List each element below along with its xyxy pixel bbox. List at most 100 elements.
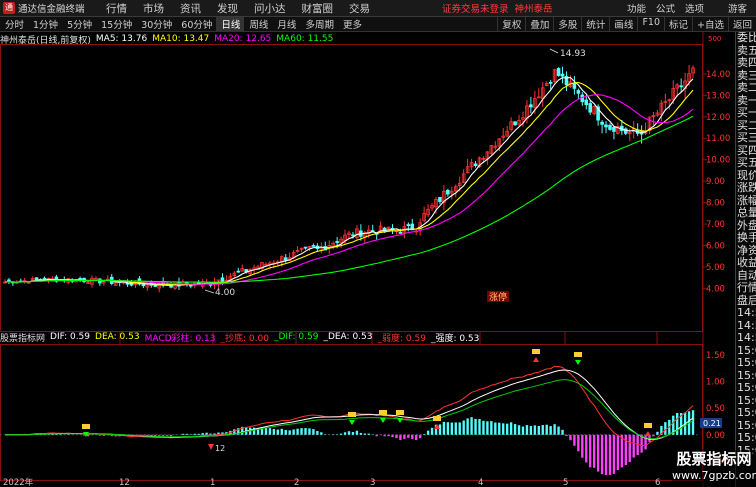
signal-tag-icon [532, 349, 540, 354]
tool-zixuan-button[interactable]: +自选 [692, 17, 728, 31]
price-axis-label: 5.00 [706, 263, 725, 273]
signal-arrow-icon [533, 357, 539, 362]
menu-item-gongshi[interactable]: 公式 [651, 1, 680, 15]
dea-value: DEA: 0.53 [95, 332, 140, 342]
candle-body [572, 83, 577, 89]
period-monthly[interactable]: 月线 [272, 17, 300, 31]
period-weekly[interactable]: 周线 [244, 17, 272, 31]
price-high-pointer [549, 48, 559, 54]
price-axis-label: 14.00 [706, 70, 730, 80]
period-fenshi[interactable]: 分时 [0, 17, 28, 31]
price-axis-label: 10.00 [706, 156, 730, 166]
menu-item-wenxiaoda[interactable]: 问小达 [246, 1, 294, 16]
right-menu: 功能 公式 选项 游客 [622, 1, 752, 15]
candle-body [189, 284, 193, 287]
signal-tag-icon [82, 424, 90, 429]
signal-tag-icon [396, 410, 404, 415]
candle-body [446, 189, 450, 195]
menu-item-jiaoyi[interactable]: 交易 [341, 1, 378, 16]
side-panel-item: 涨跌 [737, 181, 756, 194]
candle-body [473, 163, 478, 167]
signal-tag-icon [379, 410, 387, 415]
dea2-value: _DEA: 0.53 [323, 332, 373, 342]
period-daily[interactable]: 日线 [216, 17, 245, 31]
kline-chart[interactable]: 14.934.00 涨停500120.21 14.0013.0012.0011.0… [0, 32, 735, 487]
time-axis-label: 5 [563, 478, 568, 487]
qiangdu-value: _强度: 0.53 [430, 333, 480, 344]
side-panel-item: 委比 [737, 32, 756, 44]
tool-biaoji-button[interactable]: 标记 [664, 17, 692, 31]
period-more[interactable]: 更多 [338, 17, 366, 31]
side-panel-item: 买三 [737, 131, 756, 144]
side-panel-item: 卖二 [737, 81, 756, 94]
watermark-url: www.7gpzb.com [672, 469, 756, 482]
dif-value: DIF: 0.59 [50, 332, 91, 342]
candle-body [560, 73, 565, 77]
tool-duogu-button[interactable]: 多股 [553, 17, 581, 31]
signal-tag-icon [574, 352, 582, 357]
chart-tools: 复权 叠加 多股 统计 画线 F10 标记 +自选 返回 [497, 17, 756, 31]
tool-tongji-button[interactable]: 统计 [581, 17, 609, 31]
title-bar: 通 通达信金融终端 行情 市场 资讯 发现 问小达 财富圈 交易 证券交易未登录… [0, 0, 756, 17]
top-scale-label: 500 [708, 35, 721, 43]
price-low-pointer [204, 289, 215, 294]
watermark-title: 股票指标网 [676, 450, 752, 468]
time-axis-label: 2022年 [3, 477, 34, 487]
price-axis-label: 12.00 [706, 113, 730, 123]
period-multi[interactable]: 多周期 [300, 17, 338, 31]
period-15min[interactable]: 15分钟 [96, 17, 136, 31]
trade-login-notice[interactable]: 证券交易未登录 [442, 1, 509, 15]
tool-fanhui-button[interactable]: 返回 [727, 17, 756, 31]
menu-item-shichang[interactable]: 市场 [135, 1, 172, 16]
ruodu-value: _弱度: 0.59 [377, 333, 426, 344]
app-title: 通达信金融终端 [18, 4, 85, 15]
candle-body [398, 231, 403, 234]
period-5min[interactable]: 5分钟 [62, 17, 96, 31]
ma5-value: MA5: 13.76 [95, 34, 148, 44]
price-panel-frame [0, 44, 703, 332]
dif2-value: _DIF: 0.59 [273, 332, 319, 342]
candle-body [600, 121, 604, 125]
period-60min[interactable]: 60分钟 [176, 17, 216, 31]
tool-f10-button[interactable]: F10 [637, 17, 664, 31]
price-axis-label: 13.00 [706, 91, 730, 101]
tool-fuquan-button[interactable]: 复权 [497, 17, 525, 31]
tool-huaxian-button[interactable]: 画线 [609, 17, 637, 31]
time-axis-label: 4 [478, 478, 483, 487]
price-axis-label: 7.00 [706, 220, 725, 230]
menu-item-xuanxiang[interactable]: 选项 [680, 1, 709, 15]
side-panel-item: 14:57 [737, 306, 756, 319]
menu-item-zixun[interactable]: 资讯 [172, 1, 209, 16]
main-menu: 行情 市场 资讯 发现 问小达 财富圈 交易 [98, 1, 378, 16]
period-1min[interactable]: 1分钟 [28, 17, 62, 31]
candle-body [608, 124, 612, 130]
price-axis-label: 9.00 [706, 177, 725, 187]
signal-arrow-icon [645, 431, 651, 436]
candle-body [679, 85, 683, 88]
period-toolbar: 分时 1分钟 5分钟 15分钟 30分钟 60分钟 日线 周线 月线 多周期 更… [0, 17, 756, 32]
quote-side-panel[interactable]: 委比卖五卖四卖三卖二卖一买一买二买三买四买五现价涨跌涨幅总量外盘换手净资收益自动… [735, 32, 756, 487]
candle-body [303, 246, 308, 249]
time-axis-label: 6 [655, 478, 660, 487]
candle-body [576, 90, 581, 94]
menu-item-caifuquan[interactable]: 财富圈 [294, 1, 342, 16]
candle-body [86, 282, 90, 284]
watermark: 股票指标网 www.7gpzb.com [672, 450, 756, 487]
signal-arrow-icon [397, 418, 403, 423]
candle-body [141, 284, 146, 287]
macd-axis-label: 1.00 [706, 378, 725, 388]
side-panel-item: 买五 [737, 156, 756, 169]
menu-item-faxian[interactable]: 发现 [209, 1, 246, 16]
tool-diejia-button[interactable]: 叠加 [525, 17, 553, 31]
macd-axis-label: 0.50 [706, 404, 725, 414]
indicator-name[interactable]: 股票指标网 [0, 331, 45, 344]
menu-item-gongneng[interactable]: 功能 [622, 1, 651, 15]
indicator-info-bar: 股票指标网 DIF: 0.59 DEA: 0.53 MACD彩柱: 0.13 _… [0, 331, 708, 344]
candle-body [311, 245, 316, 247]
guest-user[interactable]: 游客 [723, 1, 752, 15]
period-30min[interactable]: 30分钟 [136, 17, 176, 31]
menu-item-hangqing[interactable]: 行情 [98, 1, 135, 16]
stock-name-link[interactable]: 神州泰岳 [515, 1, 553, 15]
time-axis-label: 2 [294, 478, 299, 487]
signal-tag-icon [348, 412, 356, 417]
